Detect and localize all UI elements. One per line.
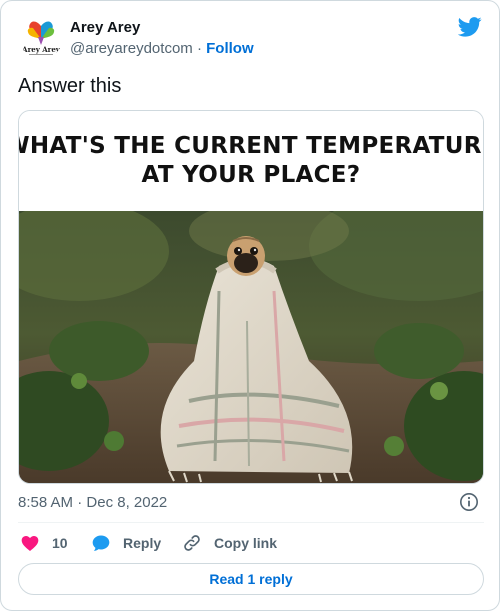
copy-link-button[interactable]: Copy link <box>182 531 277 555</box>
pug-in-blanket-photo <box>19 211 483 483</box>
reply-button[interactable]: Reply <box>91 531 161 555</box>
action-bar: 10 Reply Copy link <box>18 531 484 555</box>
reply-bubble-icon <box>92 535 110 551</box>
heart-icon <box>21 536 39 551</box>
tweet-timestamp[interactable]: 8:58 AM · Dec 8, 2022 <box>18 494 167 511</box>
banner-line-2: AT YOUR PLACE? <box>141 162 361 188</box>
meta-separator: · <box>77 494 83 511</box>
copy-link-label: Copy link <box>214 535 278 551</box>
link-icon <box>184 535 200 551</box>
author-name[interactable]: Arey Arey <box>70 19 140 36</box>
tweet-text: Answer this <box>18 75 122 97</box>
like-count: 10 <box>52 535 68 551</box>
tweet-date: Dec 8, 2022 <box>86 494 168 511</box>
banner-line-1: WHAT'S THE CURRENT TEMPERATURE <box>18 133 484 159</box>
avatar-logo: Arey Arey <box>21 21 61 55</box>
divider <box>18 522 484 523</box>
avatar[interactable]: Arey Arey <box>19 15 63 59</box>
twitter-bird-icon[interactable] <box>458 17 482 37</box>
avatar-text: Arey Arey <box>21 45 61 54</box>
tweet-media[interactable]: WHAT'S THE CURRENT TEMPERATURE AT YOUR P… <box>18 110 484 484</box>
author-line: @areyareydotcom · Follow <box>70 40 254 57</box>
tweet-card: Arey Arey Arey Arey @areyareydotcom · Fo… <box>0 0 500 611</box>
read-replies-button[interactable]: Read 1 reply <box>18 563 484 595</box>
info-icon[interactable] <box>459 492 479 512</box>
follow-button[interactable]: Follow <box>206 40 254 57</box>
reply-label: Reply <box>123 535 162 551</box>
like-button[interactable]: 10 <box>20 531 68 555</box>
media-banner: WHAT'S THE CURRENT TEMPERATURE AT YOUR P… <box>19 111 483 211</box>
author-handle[interactable]: @areyareydotcom <box>70 40 193 57</box>
tweet-time: 8:58 AM <box>18 494 74 511</box>
separator-dot: · <box>196 40 202 57</box>
